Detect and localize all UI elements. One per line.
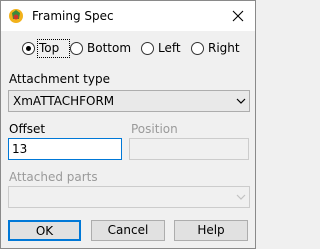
attached-parts-label: Attached parts	[9, 170, 98, 184]
position-label: Position	[131, 122, 178, 136]
chevron-down-icon[interactable]	[236, 96, 246, 106]
radio-right-circle[interactable]	[191, 42, 204, 55]
position-field	[129, 138, 249, 160]
framing-spec-dialog: Framing Spec Top Bottom Left Right Attac…	[0, 0, 256, 249]
radio-right-label: Right	[208, 41, 240, 55]
position-radio-group: Top Bottom Left Right	[1, 39, 255, 59]
attached-parts-dropdown	[8, 186, 250, 208]
app-icon	[9, 9, 23, 23]
offset-field-box[interactable]	[8, 138, 122, 160]
radio-bottom-circle[interactable]	[70, 42, 83, 55]
ok-button[interactable]: OK	[8, 220, 81, 241]
radio-left-label: Left	[158, 41, 181, 55]
attachment-type-label: Attachment type	[9, 72, 110, 86]
cancel-button[interactable]: Cancel	[91, 220, 165, 241]
radio-top-circle[interactable]	[22, 42, 35, 55]
radio-top-label: Top	[39, 41, 60, 55]
offset-label: Offset	[9, 122, 46, 136]
window-title: Framing Spec	[32, 9, 114, 23]
title-bar[interactable]: Framing Spec	[1, 1, 255, 31]
radio-selected-dot	[26, 46, 31, 51]
attachment-type-dropdown[interactable]: XmATTACHFORM	[8, 90, 250, 112]
radio-left-circle[interactable]	[141, 42, 154, 55]
close-icon[interactable]	[229, 7, 247, 25]
radio-bottom-label: Bottom	[87, 41, 132, 55]
offset-input[interactable]	[12, 142, 112, 156]
attachment-type-value: XmATTACHFORM	[13, 94, 115, 108]
help-button[interactable]: Help	[174, 220, 248, 241]
chevron-down-icon	[236, 194, 246, 200]
